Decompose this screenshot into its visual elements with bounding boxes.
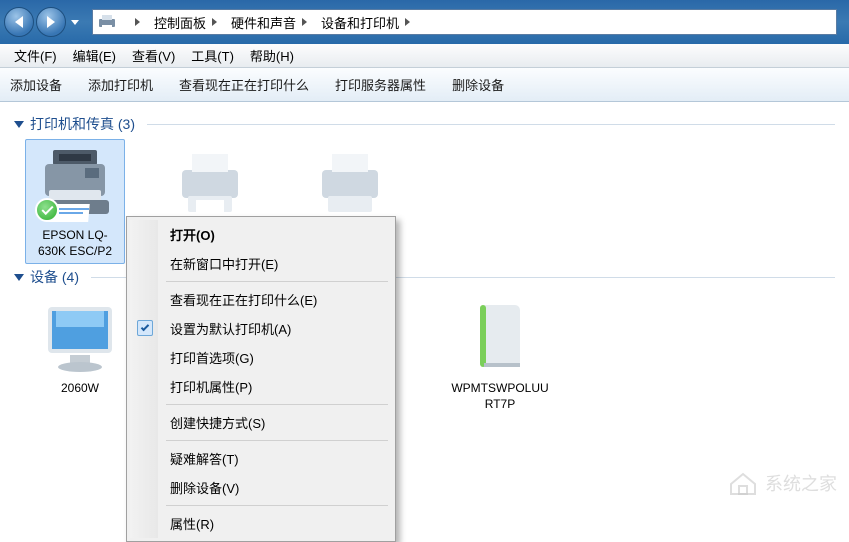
chevron-right-icon xyxy=(212,18,217,26)
watermark: 系统之家 xyxy=(727,470,837,496)
address-bar[interactable]: 控制面板 硬件和声音 设备和打印机 xyxy=(92,9,837,35)
ctx-properties[interactable]: 属性(R) xyxy=(130,509,392,538)
context-menu: 打开(O) 在新窗口中打开(E) 查看现在正在打印什么(E) 设置为默认打印机(… xyxy=(126,216,396,542)
ctx-create-shortcut[interactable]: 创建快捷方式(S) xyxy=(130,408,392,437)
collapse-icon[interactable] xyxy=(14,274,24,281)
external-drive-icon xyxy=(460,297,540,377)
collapse-icon[interactable] xyxy=(14,121,24,128)
nav-history-button[interactable] xyxy=(68,7,82,37)
group-count: (3) xyxy=(118,116,135,132)
ctx-printer-properties[interactable]: 打印机属性(P) xyxy=(130,372,392,401)
printer-category-icon xyxy=(97,13,117,31)
check-icon xyxy=(137,320,153,336)
nav-buttons xyxy=(4,7,82,37)
group-header-printers[interactable]: 打印机和传真 (3) xyxy=(14,106,835,144)
separator xyxy=(166,440,388,441)
device-label: WPMTSWPOLUURT7P xyxy=(450,381,550,412)
nav-forward-button[interactable] xyxy=(36,7,66,37)
default-check-icon xyxy=(35,198,59,222)
arrow-right-icon xyxy=(47,16,55,28)
chevron-right-icon xyxy=(302,18,307,26)
menu-view[interactable]: 查看(V) xyxy=(124,44,183,67)
menu-file[interactable]: 文件(F) xyxy=(6,44,65,67)
watermark-text: 系统之家 xyxy=(765,470,837,496)
divider xyxy=(147,124,835,125)
device-label: EPSON LQ-630K ESC/P2 xyxy=(30,228,120,259)
chevron-right-icon xyxy=(135,18,140,26)
device-item[interactable]: 2060W xyxy=(30,297,130,412)
separator xyxy=(166,505,388,506)
group-label: 打印机和传真 xyxy=(30,114,114,134)
add-printer-button[interactable]: 添加打印机 xyxy=(88,75,153,94)
menu-bar: 文件(F) 编辑(E) 查看(V) 工具(T) 帮助(H) xyxy=(0,44,849,68)
printer-mfp-icon xyxy=(35,144,115,224)
arrow-left-icon xyxy=(15,16,23,28)
print-server-properties-button[interactable]: 打印服务器属性 xyxy=(335,75,426,94)
remove-device-button[interactable]: 删除设备 xyxy=(452,75,504,94)
monitor-icon xyxy=(40,297,120,377)
separator xyxy=(166,404,388,405)
add-device-button[interactable]: 添加设备 xyxy=(10,75,62,94)
group-label: 设备 xyxy=(30,267,58,287)
breadcrumb-segment[interactable] xyxy=(121,10,146,34)
breadcrumb-label: 设备和打印机 xyxy=(321,13,399,32)
breadcrumb-label: 硬件和声音 xyxy=(231,13,296,32)
breadcrumb-segment[interactable]: 控制面板 xyxy=(146,10,223,34)
group-count: (4) xyxy=(62,269,79,285)
command-bar: 添加设备 添加打印机 查看现在正在打印什么 打印服务器属性 删除设备 xyxy=(0,68,849,102)
ctx-open[interactable]: 打开(O) xyxy=(130,220,392,249)
ctx-item-label: 设置为默认打印机(A) xyxy=(170,322,291,337)
device-label: 2060W xyxy=(30,381,130,397)
menu-edit[interactable]: 编辑(E) xyxy=(65,44,124,67)
breadcrumb-label: 控制面板 xyxy=(154,13,206,32)
chevron-down-icon xyxy=(71,20,79,25)
breadcrumb-segment[interactable]: 设备和打印机 xyxy=(313,10,416,34)
ctx-troubleshoot[interactable]: 疑难解答(T) xyxy=(130,444,392,473)
ctx-preferences[interactable]: 打印首选项(G) xyxy=(130,343,392,372)
ctx-view-queue[interactable]: 查看现在正在打印什么(E) xyxy=(130,285,392,314)
breadcrumb-segment[interactable]: 硬件和声音 xyxy=(223,10,313,34)
menu-tools[interactable]: 工具(T) xyxy=(183,44,242,67)
ctx-open-new-window[interactable]: 在新窗口中打开(E) xyxy=(130,249,392,278)
menu-help[interactable]: 帮助(H) xyxy=(242,44,302,67)
nav-back-button[interactable] xyxy=(4,7,34,37)
ctx-set-default[interactable]: 设置为默认打印机(A) xyxy=(130,314,392,343)
ctx-remove-device[interactable]: 删除设备(V) xyxy=(130,473,392,502)
house-icon xyxy=(727,470,759,496)
printer-icon xyxy=(310,144,390,224)
device-item[interactable]: WPMTSWPOLUURT7P xyxy=(450,297,550,412)
printer-icon xyxy=(170,144,250,224)
separator xyxy=(166,281,388,282)
chevron-right-icon xyxy=(405,18,410,26)
view-print-queue-button[interactable]: 查看现在正在打印什么 xyxy=(179,75,309,94)
window-titlebar: 控制面板 硬件和声音 设备和打印机 xyxy=(0,0,849,44)
device-item[interactable]: EPSON LQ-630K ESC/P2 xyxy=(25,139,125,264)
